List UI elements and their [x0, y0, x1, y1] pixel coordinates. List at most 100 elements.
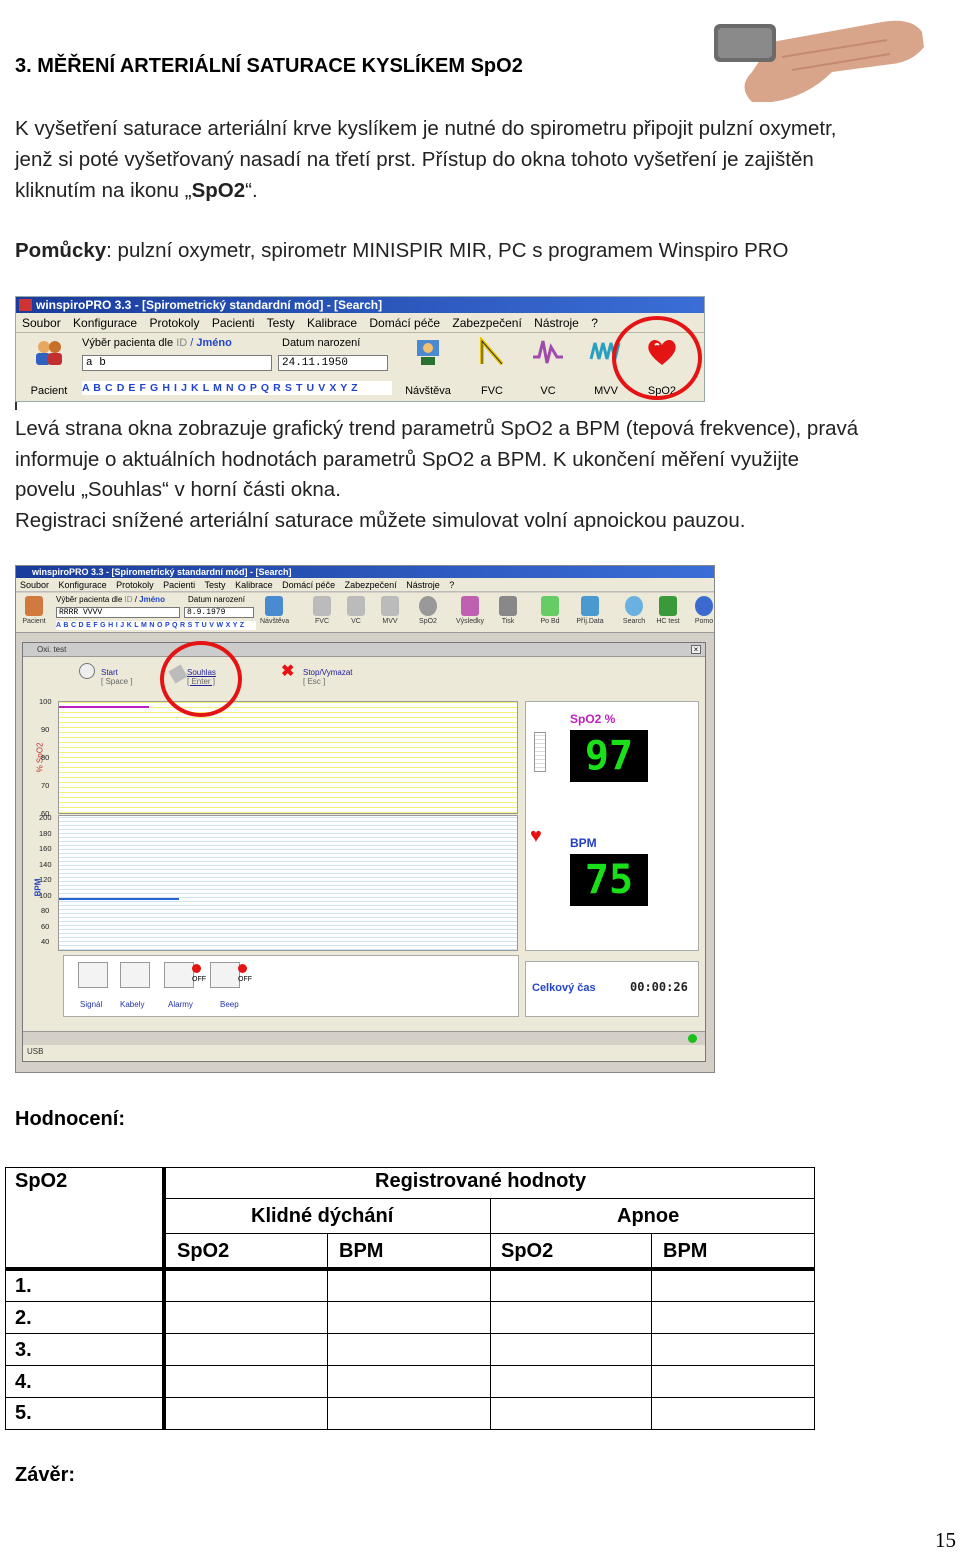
signal-label[interactable]: Signál [80, 1000, 102, 1009]
beep-label[interactable]: Beep [220, 1000, 239, 1009]
table-header-rest: Klidné dýchání [251, 1205, 394, 1227]
spo2-emphasis: SpO2 [191, 179, 246, 202]
pobd-button[interactable]: Po Bd [536, 596, 564, 632]
menu-item[interactable]: Kalibrace [235, 580, 273, 590]
birth-date-dropdown[interactable]: 8.9.1979 [184, 607, 254, 618]
evaluation-title: Hodnocení: [15, 1108, 125, 1130]
intro-line-3: kliknutím na ikonu „SpO2“. [15, 179, 258, 202]
menu-item[interactable]: Testy [205, 580, 226, 590]
oxi-window-title: Oxi. test [23, 643, 705, 657]
vc-button[interactable]: VC [524, 333, 572, 401]
bpm-tick: 160 [39, 844, 52, 853]
start-icon[interactable] [79, 663, 95, 679]
cables-label[interactable]: Kabely [120, 1000, 144, 1009]
screenshot-edge [15, 402, 17, 410]
receive-data-button[interactable]: Příj.Data [576, 596, 604, 632]
table-col-header: BPM [663, 1240, 708, 1262]
bpm-tick: 40 [41, 937, 50, 946]
search-icon [625, 596, 643, 616]
start-command[interactable]: Start[ Space ] [101, 668, 133, 686]
menu-item[interactable]: Soubor [22, 316, 61, 330]
menu-item[interactable]: Kalibrace [307, 316, 357, 330]
patient-button[interactable]: Pacient [22, 333, 76, 401]
spo2-label: SpO2 % [570, 712, 616, 726]
signal-bar [534, 732, 546, 772]
vc-button[interactable]: VC [342, 596, 370, 632]
visit-button[interactable]: Návštěva [260, 596, 289, 632]
cables-icon[interactable] [120, 962, 150, 988]
menu-item[interactable]: Konfigurace [59, 580, 107, 590]
search-button[interactable]: Search [620, 596, 648, 632]
bpm-tick: 120 [39, 875, 52, 884]
alphabet-index[interactable]: A B C D E F G H I J K L M N O P Q R S T … [82, 381, 392, 395]
stop-command[interactable]: Stop/Vymazat[ Esc ] [303, 668, 353, 686]
menu-item[interactable]: Zabezpečení [452, 316, 521, 330]
menu-item[interactable]: Nástroje [406, 580, 440, 590]
menu-item[interactable]: Pacienti [163, 580, 195, 590]
heart-icon: ♥ [530, 825, 542, 847]
intro-line-1: K vyšetření saturace arteriální krve kys… [15, 117, 837, 140]
alarm-bell-icon[interactable] [164, 962, 194, 988]
total-time-label: Celkový čas [532, 982, 596, 994]
menu-item[interactable]: ? [591, 316, 598, 330]
menu-item[interactable]: Konfigurace [73, 316, 137, 330]
alphabet-index[interactable]: A B C D E F G H I J K L M N O P Q R S T … [56, 621, 256, 630]
spo2-tick: 80 [41, 753, 50, 762]
bpm-tick: 100 [39, 891, 52, 900]
birth-date-dropdown[interactable]: 24.11.1950 [278, 355, 388, 371]
hand-oximeter-image [714, 20, 924, 102]
alarms-label[interactable]: Alarmy [168, 1000, 193, 1009]
table-row-label: 1. [15, 1275, 32, 1297]
toolbar: Pacient Výběr pacienta dle ID / Jméno Da… [16, 333, 704, 401]
bpm-tick: 200 [39, 813, 52, 822]
description-line-1: Levá strana okna zobrazuje grafický tren… [15, 417, 859, 440]
spo2-tick: 100 [39, 697, 52, 706]
table-row-label: 5. [15, 1402, 32, 1424]
fvc-button[interactable]: FVC [468, 333, 516, 401]
bpm-tick: 60 [41, 922, 50, 931]
table-header-registered: Registrované hodnoty [375, 1170, 587, 1192]
beep-icon[interactable] [210, 962, 240, 988]
close-icon[interactable]: × [691, 645, 701, 654]
spo2-tick: 70 [41, 781, 50, 790]
help-button[interactable]: Pomo [690, 596, 714, 632]
bpm-value-display: 75 [570, 854, 648, 906]
table-col-header: SpO2 [177, 1240, 230, 1262]
aids-label: Pomůcky [15, 239, 107, 262]
menu-item[interactable]: Protokoly [116, 580, 154, 590]
print-button[interactable]: Tisk [494, 596, 522, 632]
menu-item[interactable]: Soubor [20, 580, 49, 590]
menu-bar: Soubor Konfigurace Protokoly Pacienti Te… [16, 313, 704, 333]
mvv-button[interactable]: MVV [376, 596, 404, 632]
aids-line: Pomůcky: pulzní oxymetr, spirometr MINIS… [15, 239, 789, 262]
alarm-off-label: OFF [192, 976, 206, 983]
menu-item[interactable]: Zabezpečení [345, 580, 397, 590]
bpm-tick: 80 [41, 906, 50, 915]
vc-icon [533, 340, 563, 364]
patient-search-input[interactable]: a b [82, 355, 272, 371]
spo2-tick: 90 [41, 725, 50, 734]
hc-test-button[interactable]: HC test [654, 596, 682, 632]
visit-button[interactable]: Návštěva [400, 333, 456, 401]
patient-search-input[interactable]: RRRR VVVV [56, 607, 180, 618]
fvc-button[interactable]: FVC [308, 596, 336, 632]
spo2-trend-graph [58, 701, 518, 814]
results-button[interactable]: Výsledky [456, 596, 484, 632]
menu-item[interactable]: Domácí péče [369, 316, 440, 330]
pobd-icon [541, 596, 559, 616]
section-title: 3. MĚŘENÍ ARTERIÁLNÍ SATURACE KYSLÍKEM S… [15, 55, 523, 77]
beep-off-indicator [238, 964, 247, 973]
results-icon [461, 596, 479, 616]
spo2-button[interactable]: SpO2 [414, 596, 442, 632]
conclusion-title: Závěr: [15, 1464, 76, 1486]
menu-item[interactable]: ? [449, 580, 454, 590]
menu-item[interactable]: Domácí péče [282, 580, 335, 590]
bpm-trend-graph [58, 815, 518, 951]
stop-icon[interactable]: ✖ [281, 664, 295, 680]
signal-icon[interactable] [78, 962, 108, 988]
menu-item[interactable]: Testy [267, 316, 295, 330]
menu-item[interactable]: Pacienti [212, 316, 255, 330]
menu-item[interactable]: Protokoly [149, 316, 199, 330]
menu-item[interactable]: Nástroje [534, 316, 579, 330]
patient-button[interactable]: Pacient [20, 596, 48, 632]
